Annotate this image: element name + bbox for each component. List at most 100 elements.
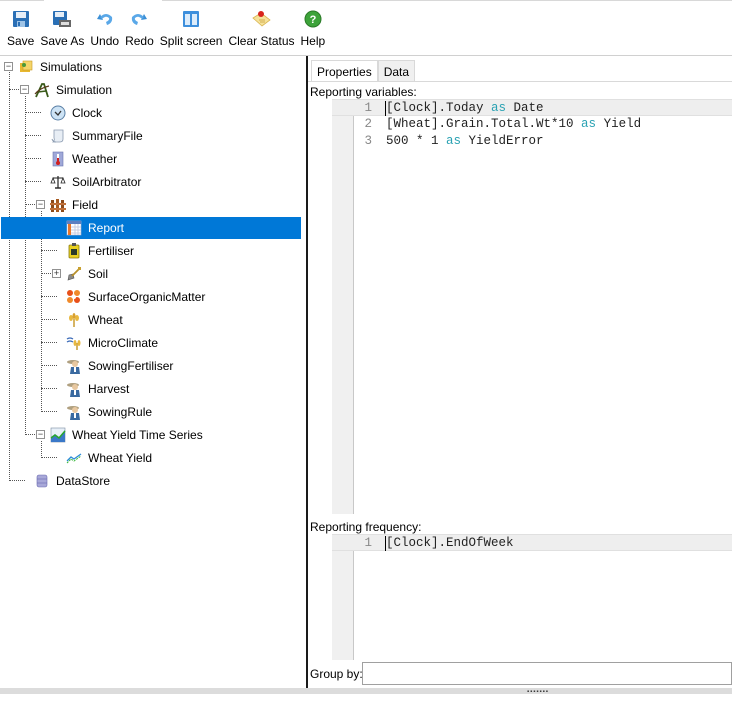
clock-icon <box>50 105 66 121</box>
selection-highlight <box>1 217 301 239</box>
tree-line <box>9 72 10 481</box>
field-fence-icon <box>50 197 66 213</box>
surface-organic-matter-icon <box>66 289 82 305</box>
toolbar: Save Save As Undo Redo Split screen Clea… <box>0 2 732 54</box>
editor-gutter <box>332 99 354 514</box>
tree-node-harvest[interactable]: Harvest <box>66 378 131 400</box>
clear-status-icon <box>250 8 272 30</box>
save-icon <box>10 8 32 30</box>
tree-node-wheat[interactable]: Wheat <box>66 309 125 331</box>
reporting-frequency-editor[interactable]: 1 [Clock].EndOfWeek <box>332 534 732 660</box>
tree-line <box>25 181 41 182</box>
tree-node-sowingrule[interactable]: SowingRule <box>66 401 154 423</box>
manager-icon <box>66 381 82 397</box>
code-line: 1 [Clock].EndOfWeek <box>332 534 732 551</box>
tree-line <box>41 211 42 412</box>
help-label: Help <box>300 34 326 48</box>
save-as-icon <box>51 8 73 30</box>
split-screen-icon <box>180 8 202 30</box>
redo-button[interactable]: Redo <box>122 2 157 54</box>
tab-properties[interactable]: Properties <box>311 60 378 82</box>
graph-icon <box>50 427 66 443</box>
properties-panel: Properties Data Reporting variables: 1 [… <box>308 56 732 688</box>
datastore-icon <box>34 473 50 489</box>
wheat-icon <box>66 312 82 328</box>
tree-line <box>25 135 41 136</box>
tree-node-clock[interactable]: Clock <box>50 102 104 124</box>
shovel-icon <box>66 266 82 282</box>
tree-line <box>9 480 25 481</box>
tree-node-report[interactable]: Report <box>66 217 126 239</box>
tree-line <box>41 365 57 366</box>
tree-node-wheat-yield[interactable]: Wheat Yield <box>66 447 154 469</box>
tree-line <box>41 441 42 458</box>
tree-line <box>25 112 41 113</box>
code-line: 1 [Clock].Today as Date <box>332 99 732 116</box>
reporting-variables-editor[interactable]: 1 [Clock].Today as Date 2 [Wheat].Grain.… <box>332 99 732 514</box>
save-as-label: Save As <box>40 34 85 48</box>
tree-node-fertiliser[interactable]: Fertiliser <box>66 240 136 262</box>
tree-line <box>25 158 41 159</box>
reporting-frequency-label: Reporting frequency: <box>310 520 422 534</box>
undo-label: Undo <box>90 34 120 48</box>
window-top-edge <box>0 0 732 1</box>
tree-node-soil[interactable]: Soil <box>66 263 110 285</box>
collapse-graph-button[interactable]: − <box>36 430 45 439</box>
tree-node-datastore[interactable]: DataStore <box>34 470 112 492</box>
report-icon <box>66 220 82 236</box>
scales-icon <box>50 174 66 190</box>
undo-button[interactable]: Undo <box>87 2 122 54</box>
tab-divider <box>308 81 732 82</box>
group-by-label: Group by: <box>310 667 363 681</box>
clear-status-button[interactable]: Clear Status <box>225 2 297 54</box>
expand-soil-button[interactable]: + <box>52 269 61 278</box>
tree-line <box>9 89 19 90</box>
split-screen-label: Split screen <box>159 34 223 48</box>
tree-node-summaryfile[interactable]: SummaryFile <box>50 125 145 147</box>
save-button[interactable]: Save <box>4 2 37 54</box>
tree-node-weather[interactable]: Weather <box>50 148 119 170</box>
resize-grip[interactable]: ▪▪▪▪▪▪▪ <box>527 689 549 695</box>
tree-line <box>25 96 26 435</box>
weather-thermometer-icon <box>50 151 66 167</box>
tree-node-microclimate[interactable]: MicroClimate <box>66 332 160 354</box>
code-line: 3 500 * 1 as YieldError <box>364 134 544 148</box>
summary-file-icon <box>50 128 66 144</box>
microclimate-icon <box>66 335 82 351</box>
tree-line <box>41 319 57 320</box>
group-by-input[interactable] <box>362 662 732 685</box>
tree-line <box>41 388 57 389</box>
tree-line <box>25 434 35 435</box>
tab-data[interactable]: Data <box>377 60 416 82</box>
tree-node-field[interactable]: Field <box>50 194 100 216</box>
svg-text:?: ? <box>309 14 316 26</box>
save-as-button[interactable]: Save As <box>37 2 87 54</box>
collapse-field-button[interactable]: − <box>36 200 45 209</box>
reporting-variables-label: Reporting variables: <box>310 85 417 99</box>
series-icon <box>66 450 82 466</box>
fertiliser-icon <box>66 243 82 259</box>
tree-node-simulations[interactable]: Simulations <box>18 56 104 78</box>
collapse-simulation-button[interactable]: − <box>20 85 29 94</box>
collapse-simulations-button[interactable]: − <box>4 62 13 71</box>
simulation-tree: − − − + − Simulations Simulation Clock S… <box>0 56 306 688</box>
simulations-folder-icon <box>18 59 34 75</box>
split-screen-button[interactable]: Split screen <box>157 2 226 54</box>
undo-icon <box>94 8 116 30</box>
help-button[interactable]: ? Help <box>298 2 329 54</box>
tree-node-sowingfertiliser[interactable]: SowingFertiliser <box>66 355 175 377</box>
tree-line <box>41 296 57 297</box>
status-bar: ▪▪▪▪▪▪▪ <box>0 688 732 702</box>
tree-line <box>41 342 57 343</box>
tree-node-wheat-yield-time-series[interactable]: Wheat Yield Time Series <box>50 424 205 446</box>
tab-strip: Properties Data <box>311 60 416 82</box>
tree-line <box>25 204 35 205</box>
editor-gutter <box>332 534 354 660</box>
clear-status-label: Clear Status <box>228 34 295 48</box>
simulation-icon <box>34 82 50 98</box>
tree-node-soilarbitrator[interactable]: SoilArbitrator <box>50 171 143 193</box>
tree-line <box>41 273 51 274</box>
tree-node-simulation[interactable]: Simulation <box>34 79 114 101</box>
tree-node-surfaceorganicmatter[interactable]: SurfaceOrganicMatter <box>66 286 207 308</box>
tree-line <box>41 457 57 458</box>
